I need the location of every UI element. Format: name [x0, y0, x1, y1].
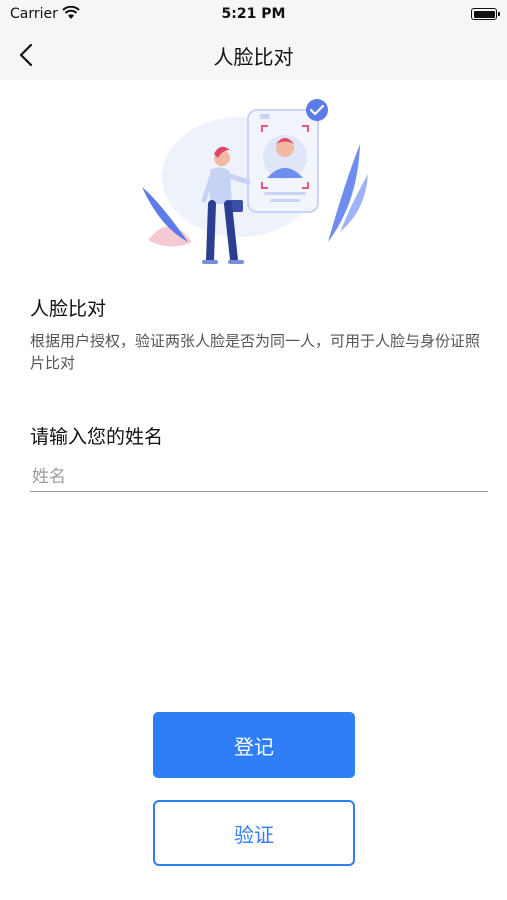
name-field-label: 请输入您的姓名	[30, 426, 164, 448]
verify-button[interactable]: 验证	[153, 800, 355, 866]
register-button[interactable]: 登记	[153, 712, 355, 778]
page-title: 人脸比对	[213, 45, 294, 69]
clock: 5:21 PM	[221, 6, 286, 22]
name-input[interactable]	[30, 462, 488, 492]
navigation-bar: 人脸比对	[0, 30, 507, 80]
section-title: 人脸比对	[30, 298, 107, 320]
status-bar: Carrier 5:21 PM	[0, 0, 507, 30]
section-description: 根据用户授权，验证两张人脸是否为同一人，可用于人脸与身份证照片比对	[30, 332, 481, 372]
battery-icon	[471, 8, 500, 20]
face-compare-illustration	[142, 99, 368, 264]
